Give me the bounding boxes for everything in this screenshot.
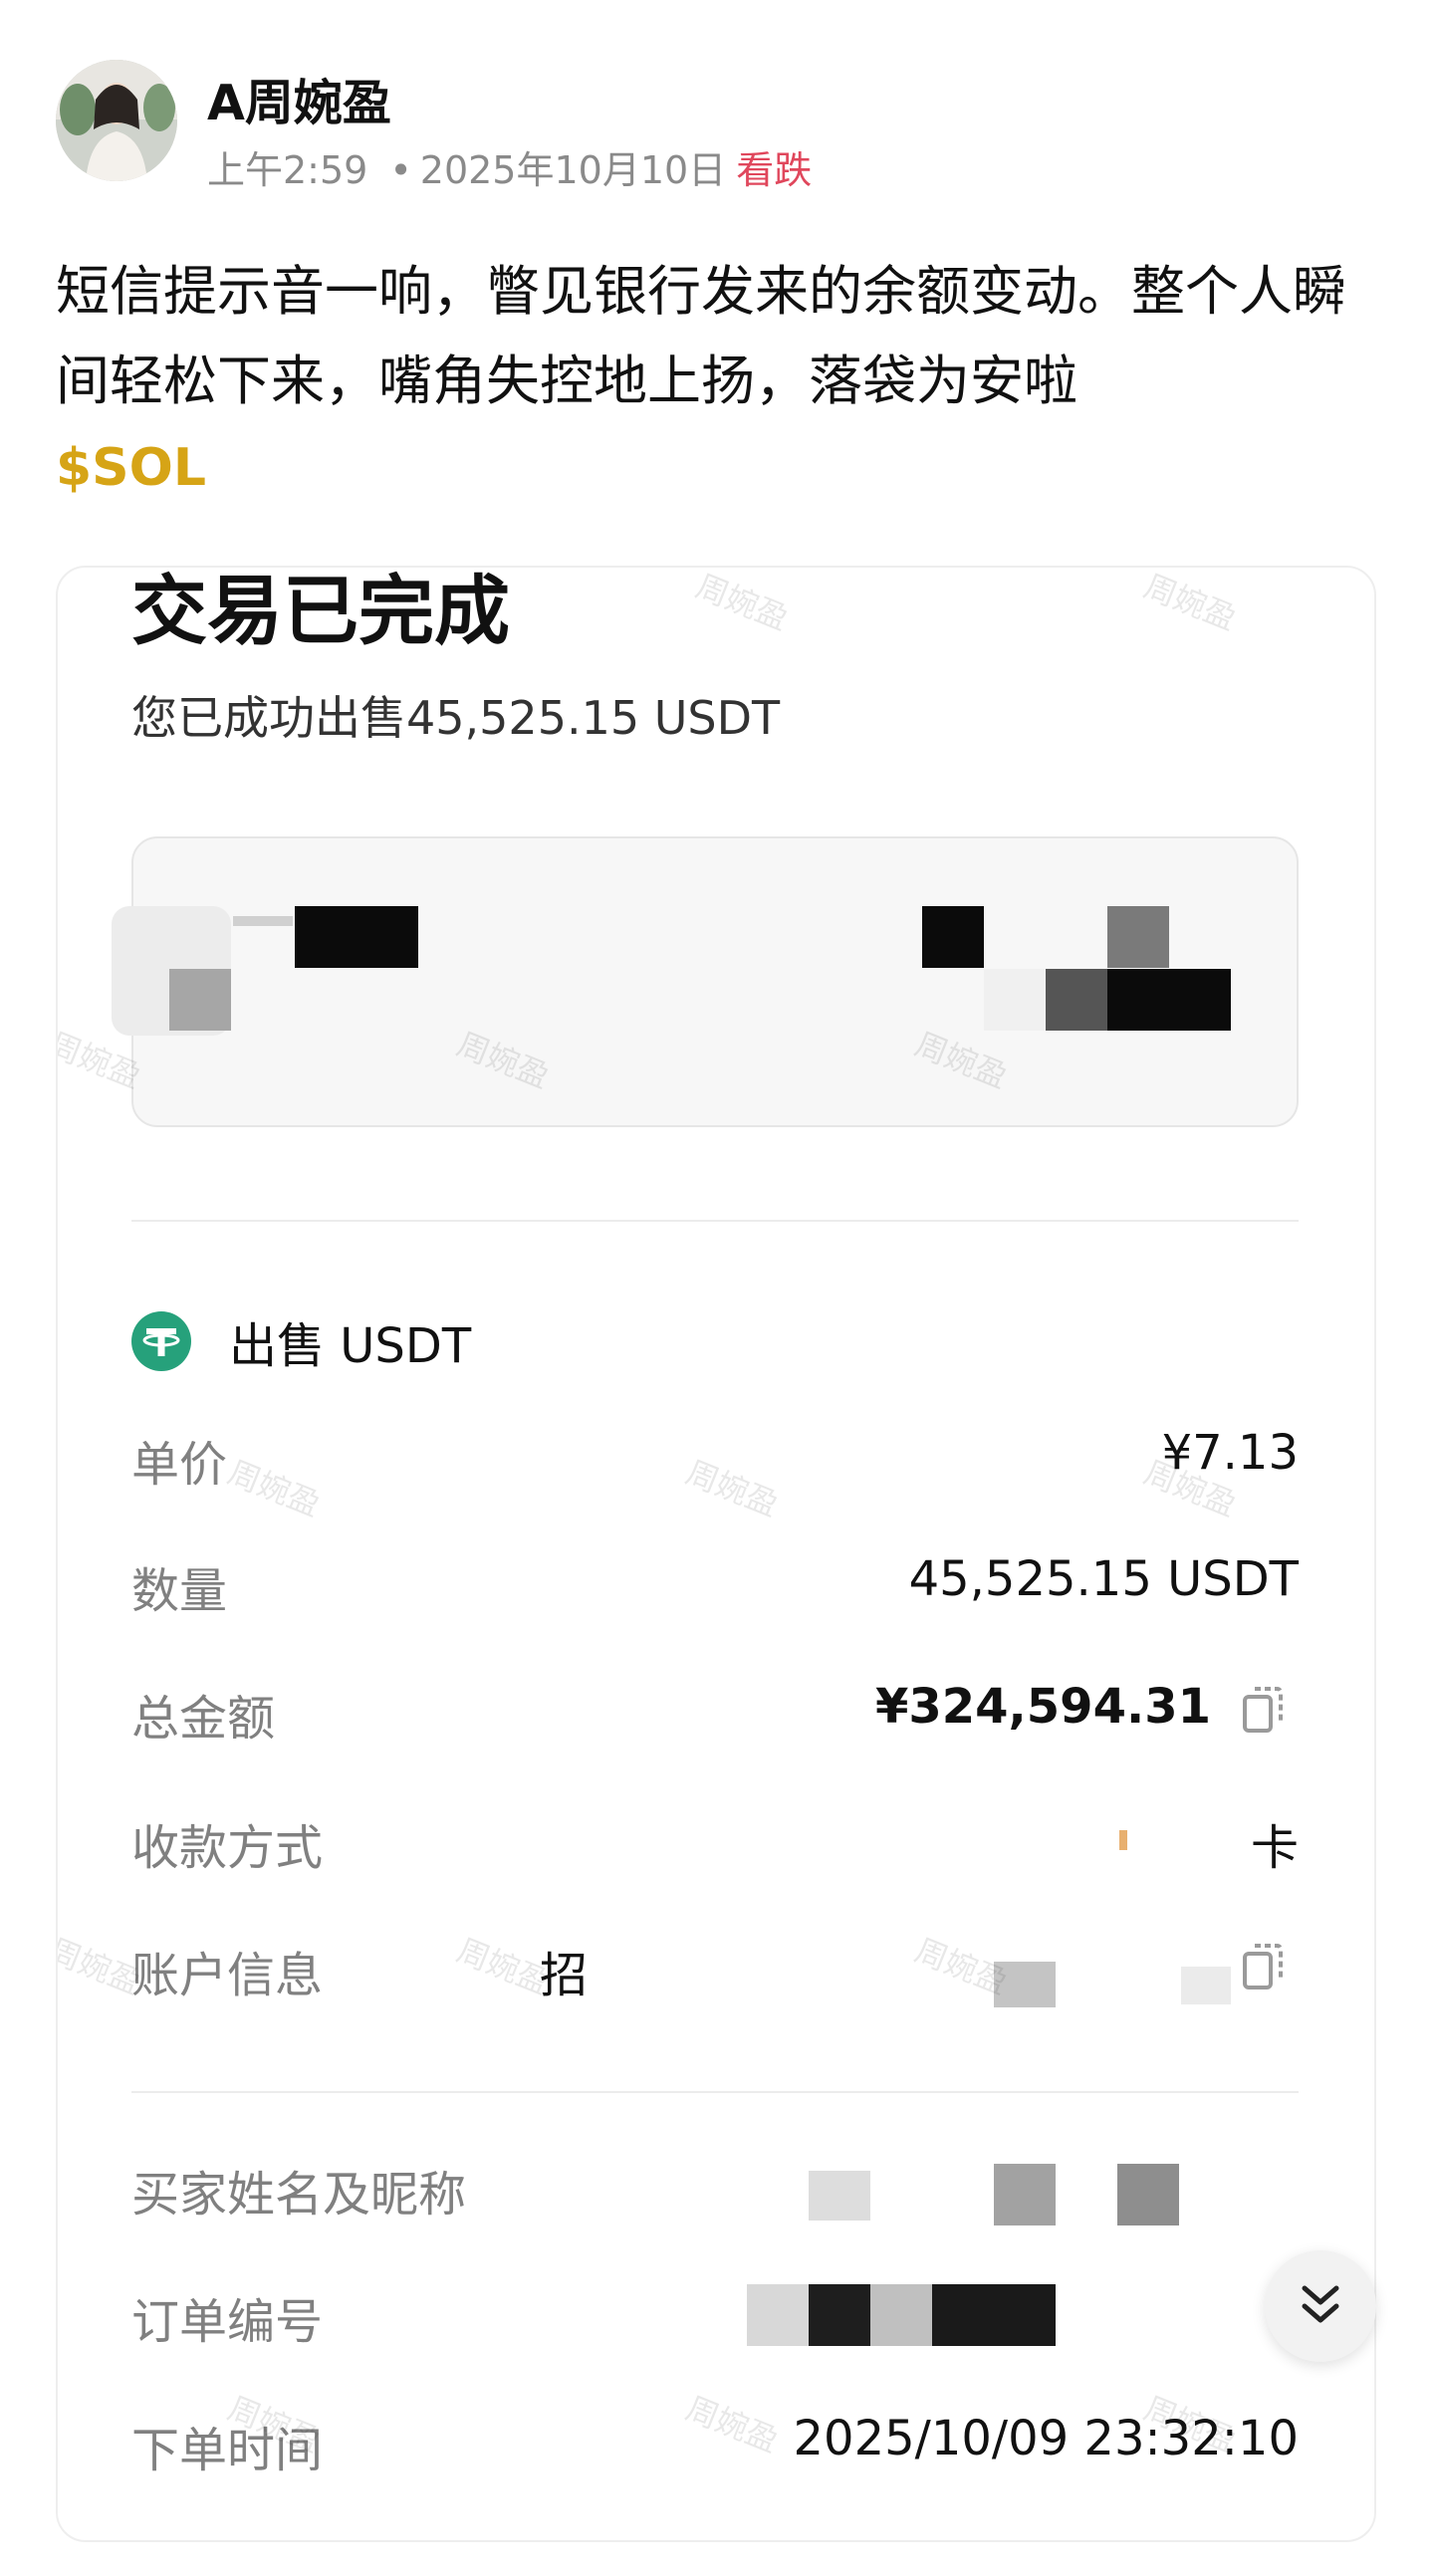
redaction-block [994, 2164, 1056, 2225]
redaction-block [1046, 969, 1107, 1031]
redaction-block [169, 969, 231, 1031]
detail-row-price: 单价 ¥7.13 [131, 1419, 1299, 1493]
redaction-block [984, 969, 1046, 1031]
row-label: 订单编号 [131, 2294, 324, 2350]
author-name[interactable]: A周婉盈 [207, 64, 391, 134]
ticker-link[interactable]: $SOL [56, 438, 206, 498]
sell-label: 出售 USDT [229, 1318, 472, 1374]
redaction-block [1119, 1830, 1127, 1850]
redaction-block [1113, 1812, 1253, 1868]
row-label: 单价 [131, 1437, 228, 1493]
post-body: 短信提示音一响，瞥见银行发来的余额变动。整个人瞬间轻松下来，嘴角失控地上扬，落袋… [56, 260, 1346, 412]
tether-icon [131, 1311, 191, 1371]
divider [131, 1220, 1299, 1222]
row-label: 下单时间 [131, 2423, 324, 2478]
detail-row-total: 总金额 ¥324,594.31 [131, 1673, 1299, 1747]
watermark: 周婉盈 [1138, 567, 1242, 638]
post-date: 2025年10月10日 [419, 148, 727, 192]
redaction-block [1117, 2164, 1179, 2225]
detail-row-account: 账户信息 招 [131, 1930, 1299, 2003]
attached-image[interactable]: 交易已完成 您已成功出售45,525.15 USDT 出售 USDT 单价 ¥7… [56, 566, 1376, 2542]
post-time: 上午2:59 [207, 148, 368, 192]
redaction-block [809, 2284, 870, 2346]
copy-icon[interactable] [1241, 1685, 1285, 1735]
copy-icon[interactable] [1241, 1942, 1285, 1991]
row-value: 2025/10/09 23:32:10 [793, 2411, 1300, 2466]
detail-row-quantity: 数量 45,525.15 USDT [131, 1545, 1299, 1619]
redaction-block [1107, 969, 1231, 1031]
post-header: A周婉盈 上午2:59 • 2025年10月10日 看跌 [56, 60, 1380, 192]
row-label: 收款方式 [131, 1820, 324, 1876]
row-label: 总金额 [131, 1691, 276, 1747]
row-value: ¥7.13 [1161, 1425, 1299, 1481]
watermark: 周婉盈 [690, 567, 794, 638]
redaction-block [809, 2171, 870, 2221]
chevron-double-down-icon [1297, 2280, 1344, 2332]
detail-row-order-time: 下单时间 2025/10/09 23:32:10 [131, 2405, 1300, 2478]
redaction-block [1107, 906, 1169, 968]
row-label: 数量 [131, 1563, 228, 1619]
row-value: 45,525.15 USDT [908, 1551, 1299, 1607]
detail-row-order-id: 订单编号 [131, 2276, 1299, 2350]
sentiment-badge: 看跌 [736, 148, 813, 192]
redaction-block [932, 2284, 1056, 2346]
divider [131, 2091, 1299, 2093]
redaction-block [747, 2284, 809, 2346]
sell-header: 出售 USDT [131, 1309, 472, 1374]
redaction-block [233, 916, 293, 926]
row-value: 招 [539, 1948, 588, 2003]
row-label: 账户信息 [131, 1948, 324, 2003]
trade-title: 交易已完成 [131, 567, 510, 655]
author-avatar[interactable] [56, 60, 177, 181]
redaction-block [295, 906, 418, 968]
redaction-block [994, 1962, 1056, 2007]
post-meta: 上午2:59 • 2025年10月10日 看跌 [207, 139, 812, 194]
row-value: ¥324,594.31 [874, 1679, 1211, 1735]
row-value: 卡 [1250, 1820, 1299, 1876]
trade-subtitle: 您已成功出售45,525.15 USDT [131, 691, 781, 745]
redaction-block [922, 906, 984, 968]
scroll-down-button[interactable] [1265, 2250, 1376, 2362]
row-label: 买家姓名及昵称 [131, 2167, 467, 2223]
redaction-block [1181, 1967, 1231, 2004]
redaction-block [870, 2284, 932, 2346]
meta-separator: • [389, 148, 412, 192]
